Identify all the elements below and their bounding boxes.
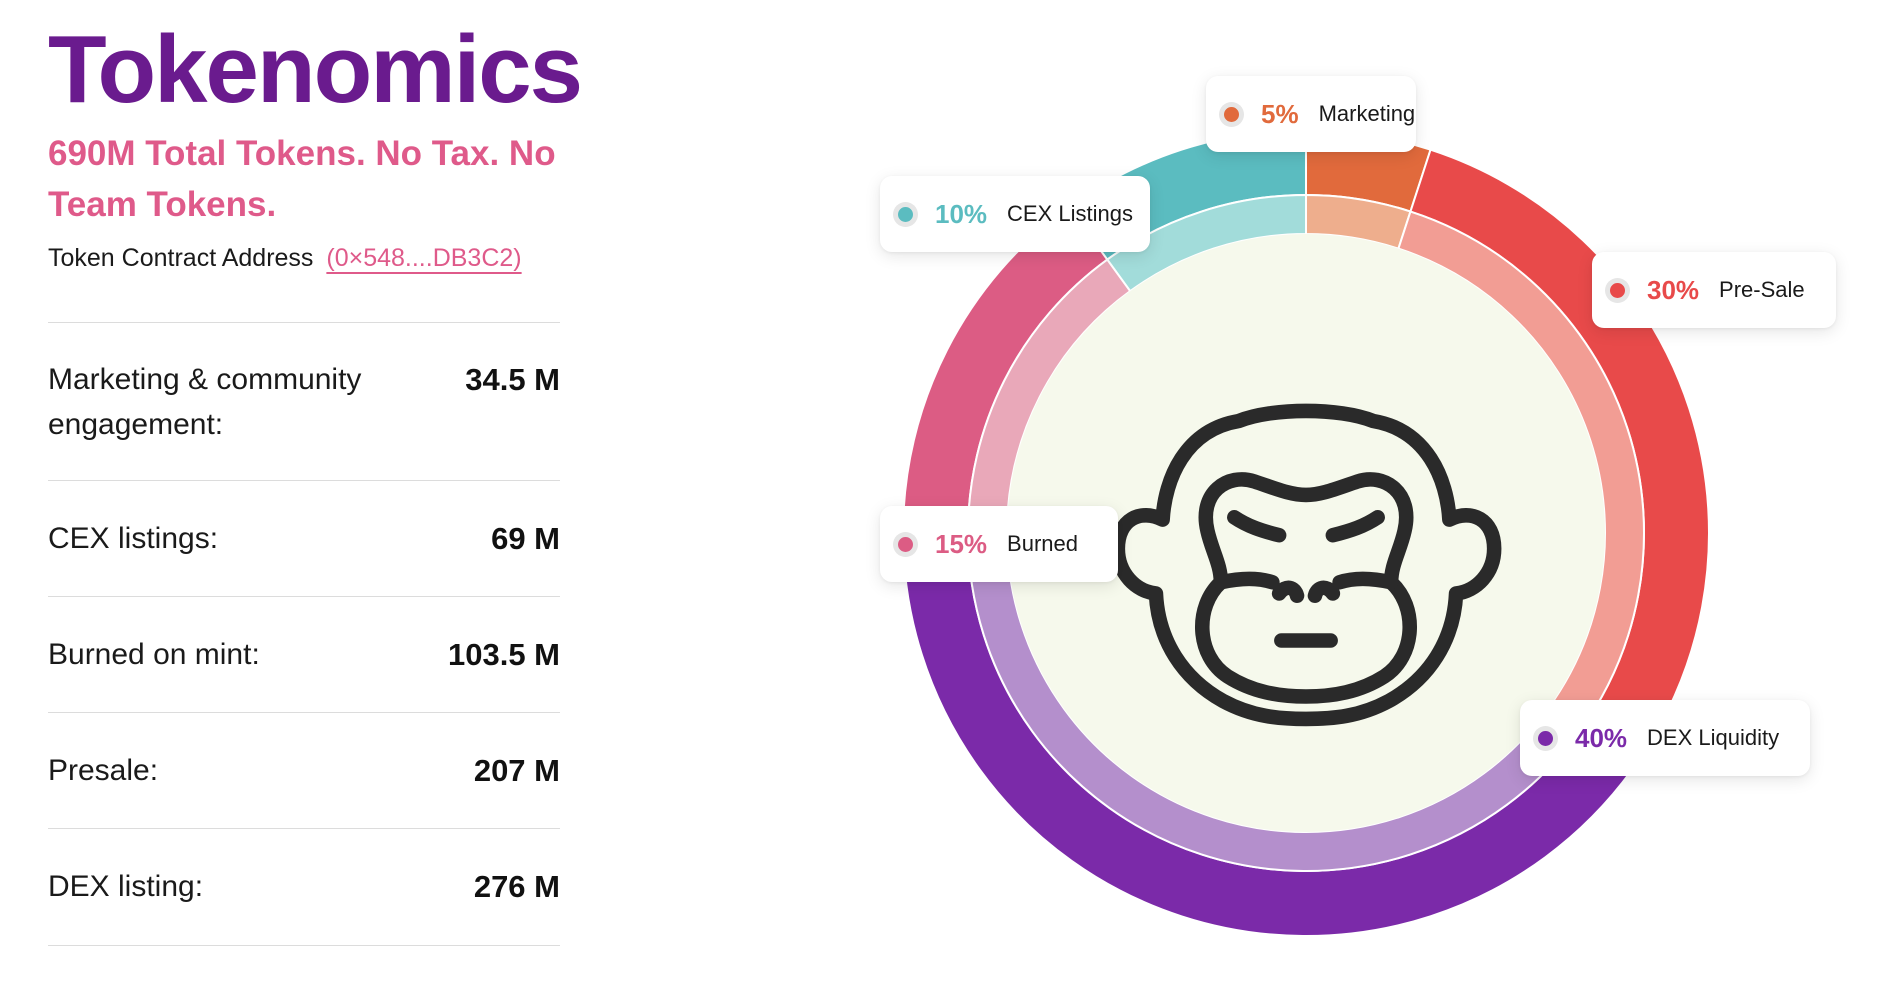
callout-marketing: 5% Marketing (1206, 76, 1416, 152)
row-label: DEX listing: (48, 870, 204, 903)
callout-label: Burned (1007, 531, 1078, 556)
callout-label: Marketing (1318, 101, 1416, 126)
callout-percent: 30% (1647, 274, 1700, 305)
legend-dot (898, 536, 913, 552)
page-title: Tokenomics (48, 16, 583, 123)
callout-burned: 15% Burned (880, 506, 1118, 582)
contract-address-link[interactable]: (0×548....DB3C2) (326, 244, 521, 272)
legend-dot (898, 206, 913, 222)
table-divider (48, 945, 560, 946)
row-value: 103.5 M (447, 637, 560, 672)
table-row: DEX listing: 276 M (48, 828, 560, 945)
table-row: Marketing & community engagement: 34.5 M (48, 322, 560, 480)
callout-percent: 40% (1575, 722, 1628, 753)
tokenomics-donut-chart: 5% Marketing 10% CEX Listings 30% Pre-Sa… (880, 30, 1888, 984)
row-value: 276 M (473, 869, 560, 904)
callout-dex-liquidity: 40% DEX Liquidity (1520, 700, 1810, 776)
page-subtitle: 690M Total Tokens. No Tax. No Team Token… (48, 134, 556, 224)
callout-percent: 10% (935, 198, 988, 229)
legend-dot (1224, 106, 1239, 122)
row-label: Burned on mint: (48, 638, 260, 671)
legend-dot (1538, 730, 1553, 746)
legend-dot (1610, 282, 1625, 298)
row-value: 69 M (491, 521, 560, 556)
callout-label: CEX Listings (1007, 201, 1133, 226)
row-label: Marketing & community engagement: (48, 363, 362, 441)
contract-address-line: Token Contract Address (0×548....DB3C2) (48, 244, 522, 273)
callout-label: DEX Liquidity (1647, 725, 1780, 750)
table-row: Burned on mint: 103.5 M (48, 596, 560, 712)
row-label: Presale: (48, 754, 159, 787)
callout-pre-sale: 30% Pre-Sale (1592, 252, 1836, 328)
callout-percent: 5% (1261, 98, 1299, 129)
table-row: CEX listings: 69 M (48, 480, 560, 596)
row-value: 34.5 M (465, 362, 560, 397)
callout-percent: 15% (935, 528, 988, 559)
allocation-table: Marketing & community engagement: 34.5 M… (48, 322, 560, 946)
row-label: CEX listings: (48, 522, 219, 555)
callout-label: Pre-Sale (1719, 277, 1805, 302)
callout-cex-listings: 10% CEX Listings (880, 176, 1150, 252)
row-value: 207 M (473, 753, 560, 788)
table-row: Presale: 207 M (48, 712, 560, 828)
contract-address-label: Token Contract Address (48, 244, 314, 272)
